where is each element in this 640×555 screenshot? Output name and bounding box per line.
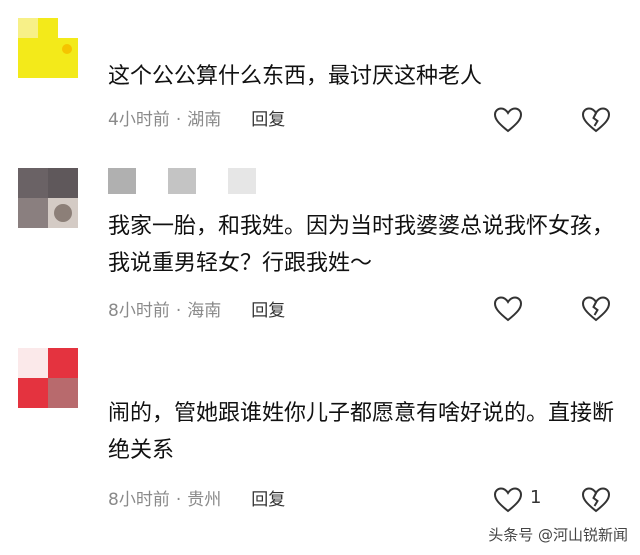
comment-meta: 8小时前 · 贵州 回复 bbox=[108, 490, 286, 510]
avatar[interactable] bbox=[18, 348, 78, 408]
comment-meta: 8小时前 · 海南 回复 bbox=[108, 301, 286, 321]
comment-text: 闹的，管她跟谁姓你儿子都愿意有啥好说的。直接断绝关系 bbox=[108, 401, 615, 463]
comment-location: 海南 bbox=[187, 301, 222, 321]
watermark: 头条号 @河山锐新闻 bbox=[488, 526, 628, 544]
comment-meta: 4小时前 · 湖南 回复 bbox=[108, 110, 286, 130]
avatar[interactable] bbox=[18, 18, 78, 78]
comment-time: 8小时前 bbox=[108, 490, 170, 510]
reply-button[interactable]: 回复 bbox=[251, 301, 285, 321]
broken-heart-icon[interactable] bbox=[580, 484, 612, 516]
comment-text: 我家一胎，和我姓。因为当时我婆婆总说我怀女孩，我说重男轻女？行跟我姓～ bbox=[108, 214, 615, 276]
like-count: 1 bbox=[530, 487, 542, 508]
comment-actions bbox=[492, 104, 612, 136]
heart-outline-icon[interactable] bbox=[492, 484, 524, 516]
comment-location: 湖南 bbox=[187, 110, 222, 130]
broken-heart-icon[interactable] bbox=[580, 293, 612, 325]
comment-actions: 1 bbox=[492, 484, 612, 516]
reply-button[interactable]: 回复 bbox=[251, 490, 285, 510]
comment-text: 这个公公算什么东西，最讨厌这种老人 bbox=[108, 64, 483, 89]
heart-outline-icon[interactable] bbox=[492, 104, 524, 136]
comment-time: 4小时前 bbox=[108, 110, 170, 130]
avatar[interactable] bbox=[18, 168, 78, 228]
comment-location: 贵州 bbox=[187, 490, 222, 510]
comment-time: 8小时前 bbox=[108, 301, 170, 321]
broken-heart-icon[interactable] bbox=[580, 104, 612, 136]
heart-outline-icon[interactable] bbox=[492, 293, 524, 325]
reply-button[interactable]: 回复 bbox=[251, 110, 285, 130]
comment-actions bbox=[492, 293, 612, 325]
